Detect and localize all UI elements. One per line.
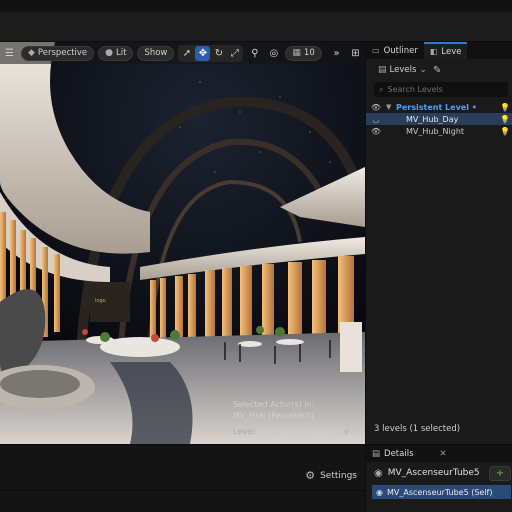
actor-icon: ◉ xyxy=(376,487,383,497)
component-label: MV_AscenseurTube5 (Self) xyxy=(386,487,493,497)
level-viewport[interactable]: logo ☰ ◆ Perspective ● Lit Show ➚ ✥ ↻ ⤢ … xyxy=(0,42,365,444)
more-icon[interactable]: » xyxy=(329,46,344,61)
tab-outliner-label: Outliner xyxy=(383,45,418,56)
move-icon[interactable]: ✥ xyxy=(195,45,211,61)
level-row[interactable]: 👁 MV_Hub_Night 💡 xyxy=(366,125,512,137)
tab-levels[interactable]: ◧ Leve xyxy=(423,42,468,59)
levels-tab-icon: ◧ xyxy=(429,47,438,56)
level-name: MV_Hub_Day xyxy=(406,114,459,124)
viewport-toolbar: ☰ ◆ Perspective ● Lit Show ➚ ✥ ↻ ⤢ ⚲ ◎ ▦… xyxy=(0,42,365,64)
editor-top-bar xyxy=(0,0,512,42)
level-value: MV_Hub (Persistent) xyxy=(259,427,341,436)
grid-icon: ▦ xyxy=(292,48,301,58)
grid-value: 10 xyxy=(303,48,315,58)
actor-name[interactable]: MV_AscenseurTube5 xyxy=(388,468,480,478)
chevron-down-icon: ⌄ xyxy=(419,65,427,75)
outliner-tabs: ▭ Outliner ◧ Leve xyxy=(366,42,512,59)
cube-icon: ◆ xyxy=(28,48,35,58)
select-icon[interactable]: ➚ xyxy=(179,46,194,61)
level-label: Level: xyxy=(233,427,257,436)
grid-snap-button[interactable]: ▦ 10 xyxy=(285,45,322,61)
settings-label: Settings xyxy=(320,470,357,481)
right-panel: ▭ Outliner ◧ Leve ▤ Levels ⌄ ✎ ⌕ Search … xyxy=(365,42,512,512)
level-name: MV_Hub_Night xyxy=(406,126,465,136)
levels-menu-button[interactable]: ▤ Levels ⌄ xyxy=(378,65,427,75)
title-strip xyxy=(0,0,512,12)
selection-info-overlay: Selected Actor(s) in: MV_Hub (Persistent… xyxy=(230,398,362,444)
lightbulb-icon[interactable]: 💡 xyxy=(498,127,512,136)
details-panel: ▤ Details ✕ ◉ MV_AscenseurTube5 + ◉ MV_A… xyxy=(366,444,512,512)
perspective-button[interactable]: ◆ Perspective xyxy=(21,45,95,61)
pencil-icon[interactable]: ✎ xyxy=(433,65,441,76)
search-icon: ⌕ xyxy=(379,84,384,94)
show-label: Show xyxy=(144,48,168,58)
outliner-icon: ▭ xyxy=(372,46,380,55)
add-component-button[interactable]: + xyxy=(489,465,511,481)
layout-icon[interactable]: ⊞ xyxy=(348,46,363,61)
tab-levels-label: Leve xyxy=(441,46,462,57)
actor-icon: ◉ xyxy=(374,467,383,479)
gear-icon: ⚙ xyxy=(305,469,316,482)
lit-label: Lit xyxy=(116,48,127,58)
world-icon[interactable]: ◎ xyxy=(266,46,281,61)
levels-tree: 👁 ▼ Persistent Level • 💡 ◡ MV_Hub_Day 💡 … xyxy=(366,101,512,137)
levels-icon: ▤ xyxy=(378,65,387,75)
show-button[interactable]: Show xyxy=(137,45,175,61)
chevron-down-icon: ▼ xyxy=(343,428,350,436)
rotate-icon[interactable]: ↻ xyxy=(211,46,226,61)
lit-button[interactable]: ● Lit xyxy=(98,45,134,61)
sphere-icon: ● xyxy=(105,48,114,58)
visibility-eye-icon[interactable]: 👁 xyxy=(366,127,386,136)
expand-arrow-icon[interactable]: ▼ xyxy=(386,103,396,111)
settings-button[interactable]: ⚙ Settings xyxy=(305,469,357,482)
levels-toolbar: ▤ Levels ⌄ ✎ xyxy=(366,59,512,81)
level-row[interactable]: 👁 ▼ Persistent Level • 💡 xyxy=(366,101,512,113)
transform-tools: ➚ ✥ ↻ ⤢ xyxy=(178,44,244,62)
scene-render[interactable]: logo xyxy=(0,42,365,444)
current-level-dropdown[interactable]: Level: MV_Hub (Persistent) ▼ xyxy=(233,427,359,438)
lightbulb-icon[interactable]: 💡 xyxy=(498,115,512,124)
level-row[interactable]: ◡ MV_Hub_Day 💡 xyxy=(366,113,512,125)
divider xyxy=(0,490,365,491)
scale-icon[interactable]: ⤢ xyxy=(227,46,242,61)
close-icon[interactable]: ✕ xyxy=(440,449,447,459)
level-name: Persistent Level • xyxy=(396,102,477,112)
perspective-label: Perspective xyxy=(37,48,88,58)
selection-line-2: MV_Hub (Persistent) xyxy=(233,410,314,420)
hamburger-icon[interactable]: ☰ xyxy=(2,46,17,61)
selected-actor-row: ◉ MV_AscenseurTube5 + xyxy=(366,462,512,484)
tab-details-label: Details xyxy=(384,448,414,459)
tab-outliner[interactable]: ▭ Outliner xyxy=(366,42,424,59)
lightbulb-icon[interactable]: 💡 xyxy=(498,103,512,112)
levels-button-label: Levels xyxy=(389,65,417,75)
selection-line-1: Selected Actor(s) in: xyxy=(233,400,315,409)
tab-details[interactable]: ▤ Details ✕ xyxy=(366,445,512,462)
surface-snap-icon[interactable]: ⚲ xyxy=(247,46,262,61)
visibility-eye-icon[interactable]: ◡ xyxy=(366,115,386,124)
levels-count: 3 levels (1 selected) xyxy=(374,424,461,434)
visibility-eye-icon[interactable]: 👁 xyxy=(366,103,386,112)
search-placeholder: Search Levels xyxy=(387,85,443,94)
search-levels-input[interactable]: ⌕ Search Levels xyxy=(374,82,508,97)
svg-text:logo: logo xyxy=(95,298,106,304)
bottom-bar: ⚙ Settings xyxy=(0,444,365,512)
component-row-self[interactable]: ◉ MV_AscenseurTube5 (Self) xyxy=(372,485,511,499)
details-icon: ▤ xyxy=(372,448,381,459)
